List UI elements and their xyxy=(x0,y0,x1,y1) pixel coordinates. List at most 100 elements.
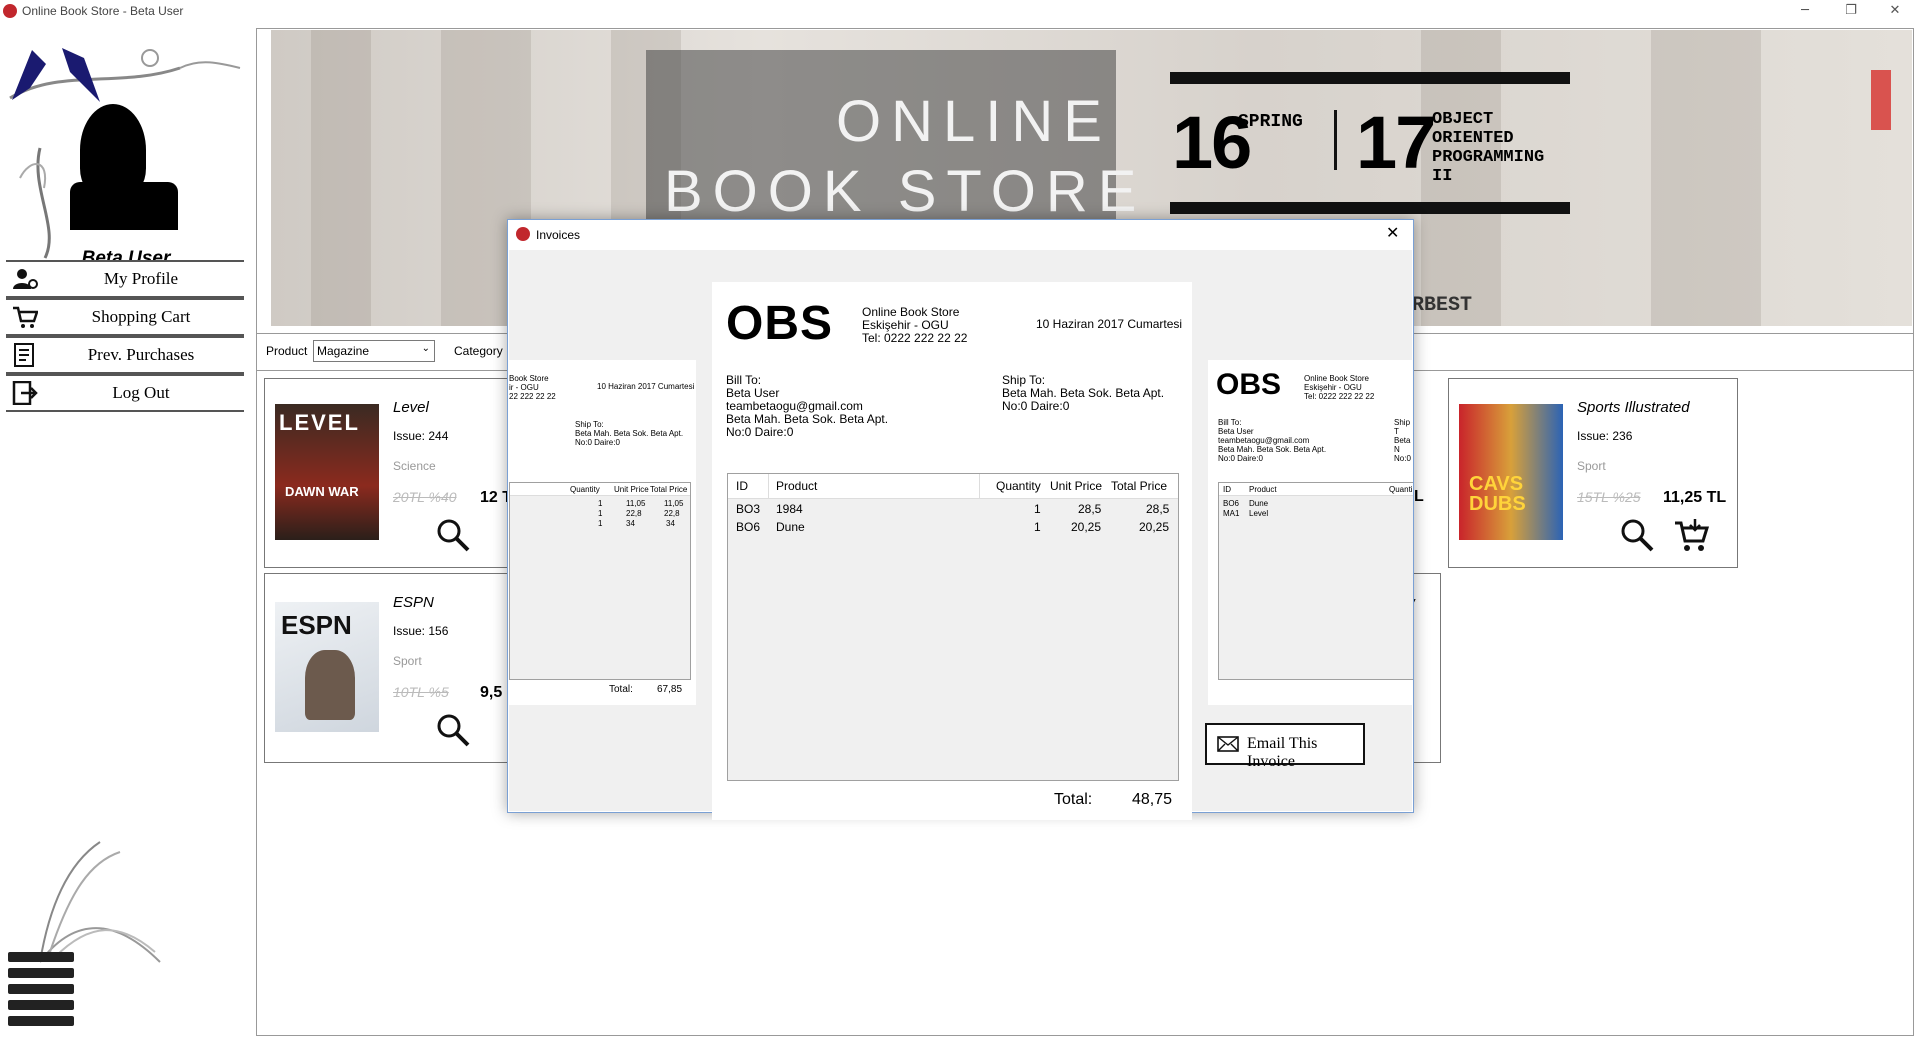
invoice-preview-right[interactable]: OBS Online Book Store Eskişehir - OGU Te… xyxy=(1208,360,1413,705)
user-gear-icon xyxy=(13,269,38,289)
store-line: Book Store xyxy=(509,374,549,383)
magnifier-icon[interactable] xyxy=(435,517,471,553)
grid-header: Quantity Unit Price Total Price xyxy=(510,483,690,496)
shopping-cart-label: Shopping Cart xyxy=(91,307,191,326)
column-id: ID xyxy=(736,479,748,493)
banner-divider xyxy=(1334,110,1337,170)
logout-icon xyxy=(12,381,38,405)
cell-unit: 20,25 xyxy=(1071,520,1102,534)
log-out-button[interactable]: Log Out xyxy=(6,374,244,412)
ship-to-line: No:0 Daire:0 xyxy=(1002,399,1070,413)
cell-total: 34 xyxy=(666,519,675,528)
bill-to-line: No:0 Daire:0 xyxy=(726,425,794,439)
course-line: II xyxy=(1432,167,1453,186)
column-quantity: Quantity xyxy=(570,485,600,494)
product-price: 9,5 xyxy=(480,684,503,701)
store-line: Tel: 0222 222 22 22 xyxy=(1304,392,1375,401)
store-line: ir - OGU xyxy=(509,383,539,392)
cell-qty: 1 xyxy=(598,519,603,528)
grid-header: ID Product Quantity Unit Price Total Pri… xyxy=(728,474,1178,499)
invoice-logo: OBS xyxy=(1216,368,1282,401)
book-stack-item xyxy=(8,984,74,994)
banner-book-page xyxy=(1651,30,1761,326)
product-cover-image[interactable]: CAVS DUBS xyxy=(1459,404,1563,540)
app-logo-icon xyxy=(516,227,530,241)
grid-header: ID Product Quanti xyxy=(1219,483,1413,496)
product-issue: Issue: 156 xyxy=(393,624,449,638)
maximize-button[interactable]: ❐ xyxy=(1828,0,1874,22)
product-card: LEVEL DAWN WAR Level Issue: 244 Science … xyxy=(264,378,516,568)
total-label: Total: xyxy=(1054,791,1093,808)
product-type-select[interactable]: Magazine ⌄ xyxy=(313,340,435,362)
magnifier-icon[interactable] xyxy=(435,712,471,748)
bill-to-label: Bill To: xyxy=(1218,418,1242,427)
cover-headline: CAVS DUBS xyxy=(1469,473,1526,515)
product-title: ESPN xyxy=(393,594,434,611)
minimize-button[interactable]: ─ xyxy=(1782,0,1828,22)
store-line: Online Book Store xyxy=(1304,374,1369,383)
shopping-cart-icon xyxy=(13,306,38,328)
cell-total: 20,25 xyxy=(1139,520,1170,534)
cell-id: BO6 xyxy=(736,520,761,534)
store-info: Online Book Store Eskişehir - OGU Tel: 0… xyxy=(1304,374,1374,401)
bill-to-line: No:0 Daire:0 xyxy=(1218,454,1263,463)
category-filter-label: Category xyxy=(454,344,503,358)
cover-masthead: LEVEL xyxy=(279,410,360,435)
ship-to-line: Beta Mah. Beta Sok. Beta Apt. xyxy=(575,429,684,438)
store-info: Online Book Store Eskişehir - OGU Tel: 0… xyxy=(862,306,967,345)
column-quantity: Quanti xyxy=(1389,485,1413,494)
table-row[interactable]: BO3 1984 1 28,5 28,5 xyxy=(728,502,1178,520)
product-cover-image[interactable]: ESPN xyxy=(275,602,379,732)
ship-to-label: Ship To: xyxy=(575,420,604,429)
invoice-preview-left[interactable]: Book Store ir - OGU 22 222 22 22 10 Hazi… xyxy=(509,360,696,705)
cell-qty: 1 xyxy=(598,499,603,508)
app-logo-icon xyxy=(3,4,17,18)
store-info: Book Store ir - OGU 22 222 22 22 xyxy=(509,374,556,401)
dialog-close-button[interactable]: ✕ xyxy=(1386,223,1399,242)
cell-qty: 1 xyxy=(598,509,603,518)
prev-purchases-button[interactable]: Prev. Purchases xyxy=(6,336,244,374)
product-card: CAVS DUBS Sports Illustrated Issue: 236 … xyxy=(1448,378,1738,568)
column-unit-price: Unit Price xyxy=(1050,479,1103,493)
course-line: PROGRAMMING xyxy=(1432,148,1545,167)
product-issue: Issue: 244 xyxy=(393,429,449,443)
product-price-partial: L xyxy=(1414,488,1424,505)
window-title: Online Book Store - Beta User xyxy=(22,4,184,18)
bill-to-line: Beta Mah. Beta Sok. Beta Apt. xyxy=(1218,445,1327,454)
invoice-items-grid: Quantity Unit Price Total Price 1 11,05 … xyxy=(509,482,691,680)
cover-headline: DAWN WAR xyxy=(285,484,359,499)
ship-to-block: Ship To: Beta Mah. Beta Sok. Beta Apt. N… xyxy=(1002,374,1164,413)
my-profile-button[interactable]: My Profile xyxy=(6,260,244,298)
product-old-price: 10TL %5 xyxy=(393,684,449,700)
banner-book-page xyxy=(311,30,371,326)
product-cover-image[interactable]: LEVEL DAWN WAR xyxy=(275,404,379,540)
book-stack-item xyxy=(8,968,74,978)
banner-tail-text: RBEST xyxy=(1412,294,1473,317)
prev-purchases-label: Prev. Purchases xyxy=(87,345,195,364)
bill-to-block: Bill To: Beta User teambetaogu@gmail.com… xyxy=(1218,418,1326,463)
cell-product: Dune xyxy=(1249,499,1269,508)
bill-to-line: teambetaogu@gmail.com xyxy=(1218,436,1310,445)
cell-id: BO6 xyxy=(1223,499,1240,508)
cell-total: 22,8 xyxy=(664,509,680,518)
column-divider xyxy=(979,474,980,498)
cell-unit: 22,8 xyxy=(626,509,642,518)
magnifier-icon[interactable] xyxy=(1619,517,1655,553)
add-to-cart-icon[interactable] xyxy=(1673,517,1709,553)
cell-total: 11,05 xyxy=(664,499,684,508)
column-divider xyxy=(768,474,769,498)
invoice-items-grid: ID Product Quantity Unit Price Total Pri… xyxy=(727,473,1179,781)
column-quantity: Quantity xyxy=(996,479,1041,493)
close-window-button[interactable]: ✕ xyxy=(1872,0,1918,22)
ship-to-block: Ship T Beta N No:0 xyxy=(1394,418,1412,463)
column-total-price: Total Price xyxy=(1111,479,1168,493)
table-row[interactable]: BO6 Dune 1 20,25 20,25 xyxy=(728,520,1178,538)
invoice-logo: OBS xyxy=(726,297,834,350)
product-title: Level xyxy=(393,399,429,416)
email-invoice-button[interactable]: Email This Invoice xyxy=(1205,723,1365,770)
banner-title-line2: BOOK STORE xyxy=(664,159,1147,224)
total-value: 48,75 xyxy=(1132,791,1173,808)
column-total-price: Total Price xyxy=(650,485,688,494)
shopping-cart-button[interactable]: Shopping Cart xyxy=(6,298,244,336)
cell-product: Level xyxy=(1249,509,1269,518)
